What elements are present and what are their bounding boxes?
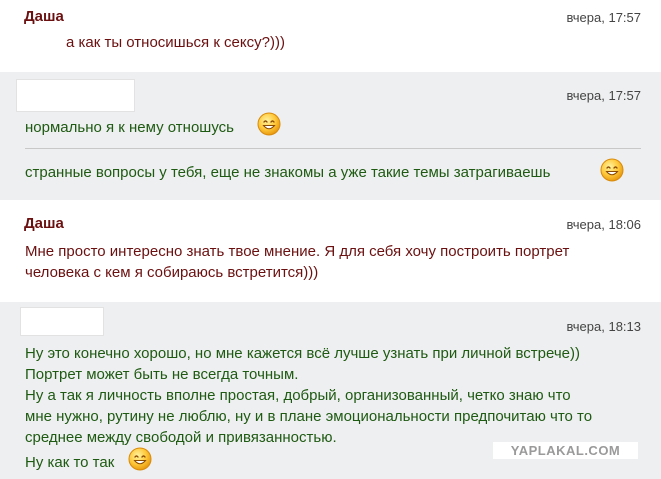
message-2: вчера, 17:57 нормально я к нему отношусь… [0,72,661,200]
message-text-line: Ну а так я личность вполне простая, добр… [25,387,571,404]
smiley-icon [257,112,281,136]
reply-separator [25,148,641,149]
hidden-username-box [16,79,135,112]
message-text-line: а как ты относишься к сексу?))) [66,34,285,51]
message-time: вчера, 17:57 [566,10,641,25]
message-text-line: человека с кем я собираюсь встретится))) [25,264,319,281]
message-1: Даша вчера, 17:57 а как ты относишься к … [0,0,661,72]
message-text-line: Мне просто интересно знать твое мнение. … [25,243,570,260]
message-text-line: Ну как то так [25,454,115,471]
message-text-line: Ну это конечно хорошо, но мне кажется вс… [25,345,580,362]
watermark: YAPLAKAL.COM [493,442,638,459]
message-sender[interactable]: Даша [24,8,64,25]
hidden-username-box [20,307,104,336]
message-3: Даша вчера, 18:06 Мне просто интересно з… [0,200,661,302]
message-text-line: среднее между свободой и привязанностью. [25,429,337,446]
smiley-icon [128,447,152,471]
message-text-line: мне нужно, рутину не люблю, ну и в плане… [25,408,593,425]
message-time: вчера, 17:57 [566,88,641,103]
message-time: вчера, 18:13 [566,319,641,334]
smiley-icon [600,158,624,182]
message-sender[interactable]: Даша [24,215,64,232]
message-time: вчера, 18:06 [566,217,641,232]
message-text-line: странные вопросы у тебя, еще не знакомы … [25,164,551,181]
message-text-line: Портрет может быть не всегда точным. [25,366,299,383]
message-text-line: нормально я к нему отношусь [25,119,234,136]
